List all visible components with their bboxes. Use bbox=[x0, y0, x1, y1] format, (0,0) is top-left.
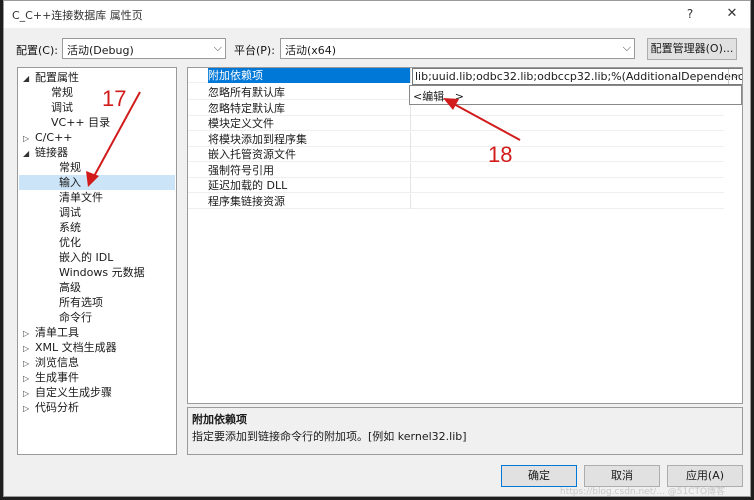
tree-item[interactable]: ◢ 配置属性 bbox=[19, 70, 175, 85]
watermark: https://blog.csdn.net/... @51CTO博客 bbox=[560, 487, 726, 497]
collapse-arrow-icon[interactable]: ◢ bbox=[23, 71, 35, 86]
platform-combo[interactable]: 活动(x64) ⌵ bbox=[280, 38, 635, 59]
tree-item-label: 调试 bbox=[51, 101, 73, 114]
annotation-18: 18 bbox=[488, 142, 513, 167]
property-name: 延迟加载的 DLL bbox=[208, 178, 411, 193]
config-value: 活动(Debug) bbox=[67, 44, 134, 57]
help-button[interactable]: ? bbox=[678, 5, 702, 23]
tree-item-label: 浏览信息 bbox=[35, 356, 79, 369]
tree-item[interactable]: 系统 bbox=[19, 220, 175, 235]
tree-item-label: 所有选项 bbox=[59, 296, 103, 309]
window-title: C_C++连接数据库 属性页 bbox=[12, 9, 143, 22]
description-panel: 附加依赖项 指定要添加到链接命令行的附加项。[例如 kernel32.lib] bbox=[187, 407, 743, 455]
tree-item[interactable]: 所有选项 bbox=[19, 295, 175, 310]
config-combo[interactable]: 活动(Debug) ⌵ bbox=[62, 38, 226, 59]
tree-item-label: 常规 bbox=[59, 161, 81, 174]
tree-item[interactable]: ▷ XML 文档生成器 bbox=[19, 340, 175, 355]
tree-item[interactable]: 常规 bbox=[19, 85, 175, 100]
tree-item[interactable]: 清单文件 bbox=[19, 190, 175, 205]
tree-item-label: 命令行 bbox=[59, 311, 92, 324]
expand-arrow-icon[interactable]: ▷ bbox=[23, 386, 35, 401]
tree-item-label: 优化 bbox=[59, 236, 81, 249]
property-name: 程序集链接资源 bbox=[208, 193, 411, 209]
tree-item-label: 常规 bbox=[51, 86, 73, 99]
tree-item[interactable]: 优化 bbox=[19, 235, 175, 250]
tree-item[interactable]: ◢ 链接器 bbox=[19, 145, 175, 160]
expand-arrow-icon[interactable]: ▷ bbox=[23, 401, 35, 416]
tree-item[interactable]: 调试 bbox=[19, 100, 175, 115]
property-pages-window: C_C++连接数据库 属性页 ? ✕ 配置(C): 活动(Debug) ⌵ 平台… bbox=[3, 0, 751, 497]
property-row[interactable]: 程序集链接资源 bbox=[188, 193, 724, 209]
tree-item[interactable]: 嵌入的 IDL bbox=[19, 250, 175, 265]
tree-item-label: 高级 bbox=[59, 281, 81, 294]
property-name: 模块定义文件 bbox=[208, 116, 411, 131]
title-bar: C_C++连接数据库 属性页 ? ✕ bbox=[4, 1, 750, 28]
tree-item-label: 链接器 bbox=[35, 146, 68, 159]
config-label: 配置(C): bbox=[16, 44, 58, 57]
tree-item[interactable]: 命令行 bbox=[19, 310, 175, 325]
platform-value: 活动(x64) bbox=[285, 44, 337, 57]
property-row[interactable]: 附加依赖项 lib;uuid.lib;odbc32.lib;odbccp32.li… bbox=[188, 68, 742, 85]
tree-item-label: 嵌入的 IDL bbox=[59, 251, 114, 264]
chevron-down-icon: ⌵ bbox=[213, 41, 222, 54]
collapse-arrow-icon[interactable]: ◢ bbox=[23, 146, 35, 161]
tree-item[interactable]: 输入 bbox=[19, 175, 175, 190]
tree-item[interactable]: ▷ 自定义生成步骤 bbox=[19, 385, 175, 400]
expand-arrow-icon[interactable]: ▷ bbox=[23, 131, 35, 146]
property-row[interactable]: 延迟加载的 DLL bbox=[188, 178, 724, 193]
tree-item-label: 清单文件 bbox=[59, 191, 103, 204]
close-button[interactable]: ✕ bbox=[720, 5, 744, 23]
tree-item[interactable]: VC++ 目录 bbox=[19, 115, 175, 130]
property-name: 将模块添加到程序集 bbox=[208, 131, 411, 147]
property-row[interactable]: 将模块添加到程序集 bbox=[188, 131, 724, 147]
property-tree: ◢ 配置属性 常规 调试 VC++ 目录 ▷ C/C++ ◢ 链接器 常规 输入 清单文件 调试 系统 优化… bbox=[17, 67, 177, 455]
tree-item[interactable]: 调试 bbox=[19, 205, 175, 220]
tree-item-label: 自定义生成步骤 bbox=[35, 386, 112, 399]
expand-arrow-icon[interactable]: ▷ bbox=[23, 341, 35, 356]
grid-scrollbar[interactable] bbox=[724, 68, 742, 403]
tree-item[interactable]: ▷ 代码分析 bbox=[19, 400, 175, 415]
property-name: 忽略特定默认库 bbox=[208, 100, 411, 116]
edit-option[interactable]: <编辑...> bbox=[413, 88, 464, 104]
annotation-17: 17 bbox=[102, 86, 127, 111]
tree-item[interactable]: ▷ 浏览信息 bbox=[19, 355, 175, 370]
chevron-down-icon: ⌵ bbox=[622, 41, 631, 54]
tree-item[interactable]: 高级 bbox=[19, 280, 175, 295]
tree-item-label: VC++ 目录 bbox=[51, 116, 111, 129]
tree-item[interactable]: Windows 元数据 bbox=[19, 265, 175, 280]
tree-item[interactable]: ▷ C/C++ bbox=[19, 130, 175, 145]
tree-item[interactable]: ▷ 清单工具 bbox=[19, 325, 175, 340]
property-grid: 附加依赖项 lib;uuid.lib;odbc32.lib;odbccp32.li… bbox=[187, 67, 743, 404]
tree-item-label: 系统 bbox=[59, 221, 81, 234]
chevron-down-icon[interactable]: ⌵ bbox=[728, 69, 742, 84]
property-row[interactable]: 嵌入托管资源文件 bbox=[188, 147, 724, 162]
tree-item-label: XML 文档生成器 bbox=[35, 341, 117, 354]
config-manager-button[interactable]: 配置管理器(O)... bbox=[647, 38, 737, 60]
property-row[interactable]: 强制符号引用 bbox=[188, 162, 724, 178]
description-text: 指定要添加到链接命令行的附加项。[例如 kernel32.lib] bbox=[192, 430, 467, 443]
property-name: 忽略所有默认库 bbox=[208, 85, 411, 100]
tree-item-label: 清单工具 bbox=[35, 326, 79, 339]
description-title: 附加依赖项 bbox=[192, 413, 247, 426]
property-name: 嵌入托管资源文件 bbox=[208, 147, 411, 162]
tree-item-label: C/C++ bbox=[35, 131, 73, 144]
tree-item-label: 代码分析 bbox=[35, 401, 79, 414]
tree-item[interactable]: 常规 bbox=[19, 160, 175, 175]
platform-label: 平台(P): bbox=[234, 44, 275, 57]
tree-item-label: 调试 bbox=[59, 206, 81, 219]
property-value-editor[interactable]: lib;uuid.lib;odbc32.lib;odbccp32.lib;%(A… bbox=[412, 68, 743, 85]
property-name: 强制符号引用 bbox=[208, 162, 411, 178]
tree-item-label: 输入 bbox=[59, 176, 81, 189]
tree-item-label: Windows 元数据 bbox=[59, 266, 145, 279]
tree-item[interactable]: ▷ 生成事件 bbox=[19, 370, 175, 385]
tree-item-label: 配置属性 bbox=[35, 71, 79, 84]
property-name: 附加依赖项 bbox=[208, 68, 411, 83]
value-dropdown-list: <编辑...> bbox=[409, 85, 742, 105]
expand-arrow-icon[interactable]: ▷ bbox=[23, 371, 35, 386]
property-row[interactable]: 模块定义文件 bbox=[188, 116, 724, 131]
property-value: lib;uuid.lib;odbc32.lib;odbccp32.lib;%(A… bbox=[415, 70, 743, 83]
expand-arrow-icon[interactable]: ▷ bbox=[23, 356, 35, 371]
tree-item-label: 生成事件 bbox=[35, 371, 79, 384]
expand-arrow-icon[interactable]: ▷ bbox=[23, 326, 35, 341]
